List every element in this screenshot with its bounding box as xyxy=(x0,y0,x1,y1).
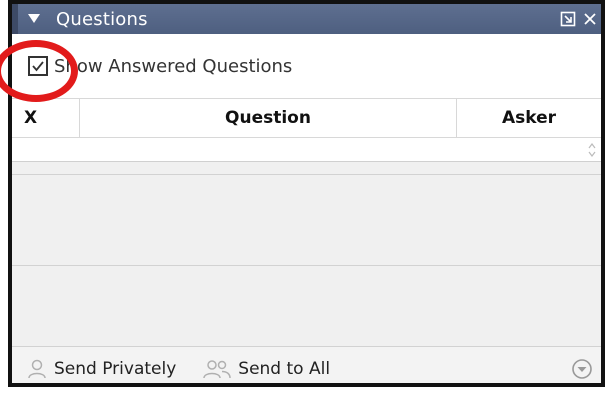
checkmark-icon xyxy=(32,61,44,72)
column-header-x[interactable]: X xyxy=(12,99,80,137)
chevron-circle-icon[interactable] xyxy=(571,358,593,380)
popout-icon[interactable] xyxy=(559,10,577,28)
column-header-question[interactable]: Question xyxy=(80,99,457,137)
collapse-triangle-icon[interactable] xyxy=(26,11,42,27)
table-row[interactable] xyxy=(12,138,601,162)
panel-title: Questions xyxy=(56,8,148,30)
show-answered-label[interactable]: Show Answered Questions xyxy=(54,56,292,77)
titlebar-controls xyxy=(559,4,599,34)
send-privately-label: Send Privately xyxy=(54,359,177,379)
scroll-arrows-icon[interactable] xyxy=(587,141,597,159)
show-answered-row: Show Answered Questions xyxy=(12,34,601,98)
panel-titlebar: Questions xyxy=(12,4,601,34)
close-icon[interactable] xyxy=(581,10,599,28)
send-to-all-button[interactable]: Send to All xyxy=(202,358,330,380)
show-answered-checkbox[interactable] xyxy=(28,56,48,76)
send-to-all-label: Send to All xyxy=(238,359,331,379)
questions-panel: Questions Show Answered Questions X Ques… xyxy=(8,0,605,387)
people-icon xyxy=(203,360,232,379)
titlebar-stripe xyxy=(12,4,18,34)
panel-footer: Send Privately Send to All xyxy=(12,346,601,383)
column-header-asker[interactable]: Asker xyxy=(457,99,601,137)
questions-table-header: X Question Asker xyxy=(12,98,601,138)
question-compose-area[interactable] xyxy=(12,266,601,346)
questions-list-area xyxy=(12,174,601,266)
send-privately-button[interactable]: Send Privately xyxy=(26,358,176,380)
person-icon xyxy=(28,359,46,379)
